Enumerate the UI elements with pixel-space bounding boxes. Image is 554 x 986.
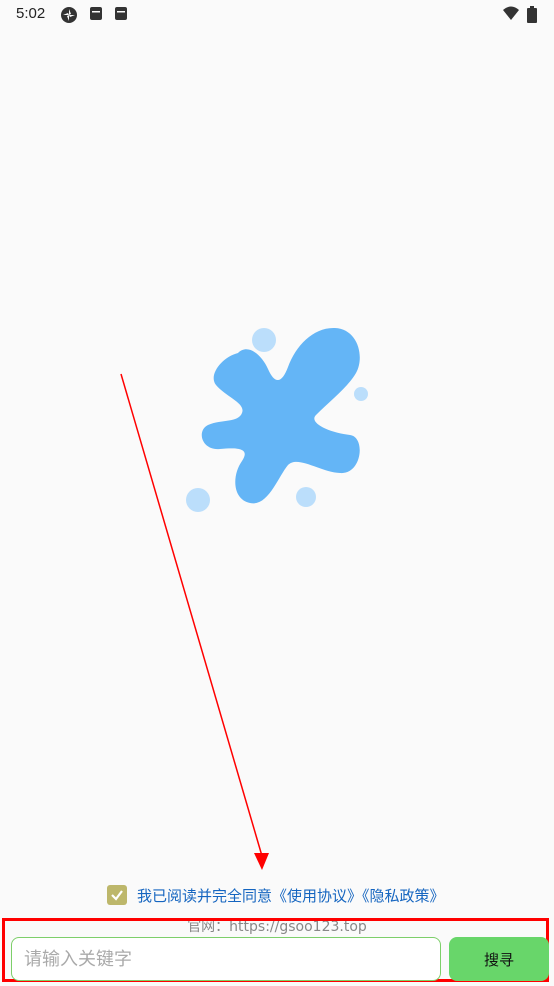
- notification-icon: [90, 7, 102, 20]
- user-agreement-link[interactable]: 《使用协议》: [272, 887, 362, 905]
- status-bar: 5:02: [0, 0, 554, 30]
- search-bar: 搜寻: [2, 918, 549, 982]
- splash-logo: [186, 327, 368, 512]
- check-icon: [111, 890, 123, 901]
- status-time: 5:02: [16, 5, 46, 22]
- search-button[interactable]: 搜寻: [449, 937, 549, 981]
- privacy-policy-link[interactable]: 《隐私政策》: [362, 887, 445, 905]
- logo-splash-shape: [201, 327, 360, 504]
- logo-bubble: [186, 488, 210, 512]
- battery-icon: [527, 6, 537, 23]
- search-input[interactable]: [11, 937, 441, 981]
- agreement-row: 我已阅读并完全同意《使用协议》《隐私政策》: [107, 883, 445, 907]
- agreement-text: 我已阅读并完全同意《使用协议》《隐私政策》: [137, 885, 445, 906]
- settings-gear-icon: [61, 7, 77, 23]
- notification-icon: [115, 7, 127, 20]
- logo-bubble: [354, 387, 368, 401]
- agreement-checkbox[interactable]: [107, 885, 127, 905]
- wifi-icon: [503, 6, 519, 20]
- agreement-label: 我已阅读并完全同意: [137, 886, 273, 905]
- logo-bubble: [296, 487, 316, 507]
- logo-bubble: [252, 328, 276, 352]
